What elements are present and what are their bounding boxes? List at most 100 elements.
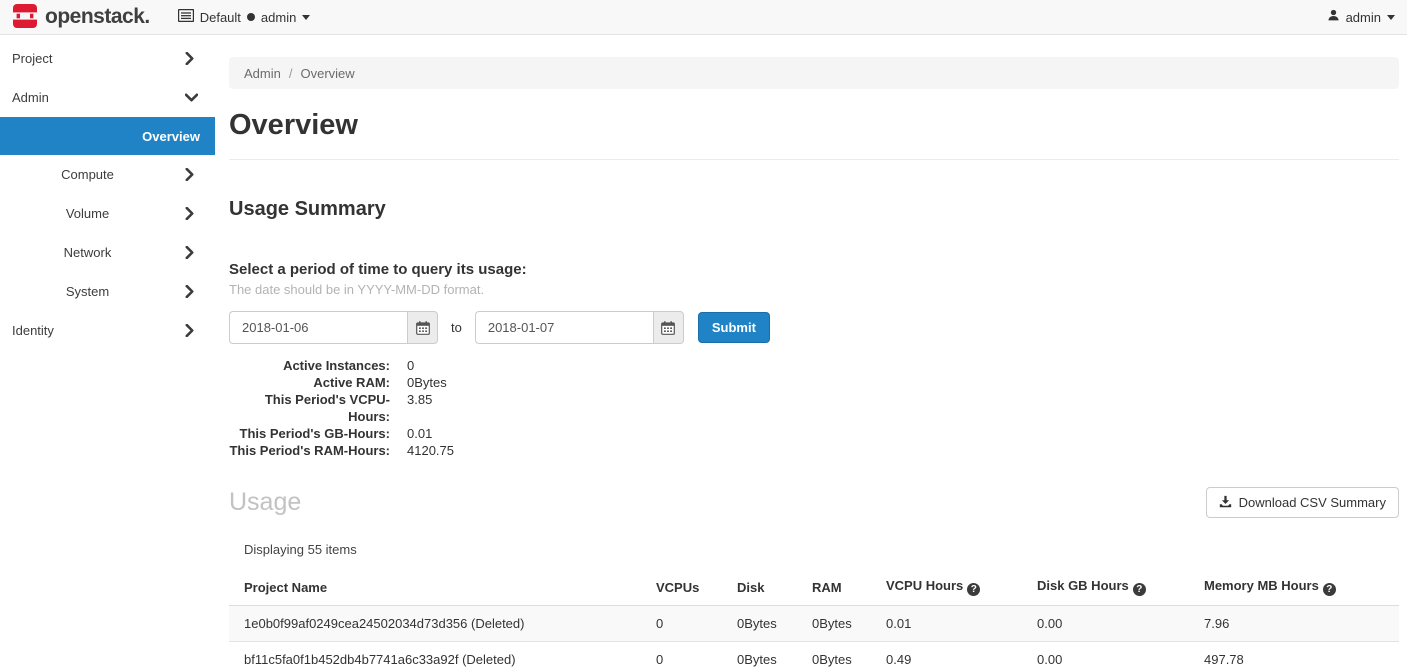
openstack-logo-icon: [12, 3, 38, 32]
sidebar-item-label: Compute: [0, 167, 185, 182]
calendar-icon[interactable]: [653, 311, 684, 344]
title-divider: [229, 159, 1399, 160]
sidebar-item-label: System: [0, 284, 185, 299]
stat-value: 3.85: [407, 391, 432, 425]
separator-dot-icon: [247, 13, 255, 21]
submit-button[interactable]: Submit: [698, 312, 770, 343]
usage-table-heading: Usage: [229, 488, 301, 517]
column-header-vcpu-hours: VCPU Hours?: [871, 569, 1022, 606]
domain-project-switcher[interactable]: Default admin: [178, 9, 311, 25]
column-header-memory-mb-hours: Memory MB Hours?: [1189, 569, 1399, 606]
cell-memory-mb-hours: 497.78: [1189, 642, 1399, 670]
stat-value: 4120.75: [407, 442, 454, 459]
chevron-right-icon: [185, 207, 215, 220]
calendar-icon[interactable]: [407, 311, 438, 344]
date-range-prompt: Select a period of time to query its usa…: [229, 261, 1399, 278]
stat-vcpu-hours: This Period's VCPU-Hours: 3.85: [229, 391, 1399, 425]
sidebar-item-label: Overview: [0, 129, 215, 144]
table-row: 1e0b0f99af0249cea24502034d73d356 (Delete…: [229, 606, 1399, 642]
stat-value: 0Bytes: [407, 374, 447, 391]
chevron-right-icon: [185, 168, 215, 181]
sidebar-item-volume[interactable]: Volume: [0, 194, 215, 233]
cell-project-name: bf11c5fa0f1b452db4b7741a6c33a92f (Delete…: [229, 642, 641, 670]
domain-list-icon: [178, 9, 194, 25]
current-domain: Default: [200, 10, 241, 25]
sidebar-item-system[interactable]: System: [0, 272, 215, 311]
date-from-input[interactable]: [229, 311, 407, 344]
column-header-ram: RAM: [797, 569, 871, 606]
user-menu[interactable]: admin: [1327, 9, 1395, 25]
caret-down-icon: [1387, 15, 1395, 20]
column-header-vcpus: VCPUs: [641, 569, 722, 606]
sidebar-nav: Project Admin Overview Compute Volume: [0, 35, 215, 350]
column-label: Memory MB Hours: [1204, 578, 1319, 593]
cell-disk-gb-hours: 0.00: [1022, 642, 1189, 670]
usage-table: Project Name VCPUs Disk RAM VCPU Hours? …: [229, 569, 1399, 670]
breadcrumb-overview: Overview: [300, 66, 354, 81]
stat-label: This Period's RAM-Hours:: [229, 442, 390, 459]
sidebar-item-identity[interactable]: Identity: [0, 311, 215, 350]
date-to-input[interactable]: [475, 311, 653, 344]
column-label: Disk GB Hours: [1037, 578, 1129, 593]
main-content: Admin / Overview Overview Usage Summary …: [229, 35, 1399, 670]
cell-vcpus: 0: [641, 642, 722, 670]
usage-summary-heading: Usage Summary: [229, 198, 1399, 221]
cell-memory-mb-hours: 7.96: [1189, 606, 1399, 642]
stat-ram-hours: This Period's RAM-Hours: 4120.75: [229, 442, 1399, 459]
stat-active-ram: Active RAM: 0Bytes: [229, 374, 1399, 391]
cell-ram: 0Bytes: [797, 642, 871, 670]
top-navbar: openstack. Default admin admin: [0, 0, 1407, 35]
cell-disk: 0Bytes: [722, 642, 797, 670]
sidebar-item-admin[interactable]: Admin: [0, 78, 215, 117]
user-name: admin: [1346, 10, 1381, 25]
breadcrumb-separator: /: [289, 66, 293, 81]
sidebar-item-project[interactable]: Project: [0, 39, 215, 78]
chevron-right-icon: [185, 324, 215, 337]
date-format-hint: The date should be in YYYY-MM-DD format.: [229, 282, 1399, 297]
sidebar-item-label: Project: [0, 51, 185, 66]
sidebar-item-overview[interactable]: Overview: [0, 117, 215, 155]
caret-down-icon: [302, 15, 310, 20]
download-csv-button[interactable]: Download CSV Summary: [1206, 487, 1399, 518]
column-header-project-name: Project Name: [229, 569, 641, 606]
usage-stats: Active Instances: 0 Active RAM: 0Bytes T…: [229, 357, 1399, 459]
chevron-down-icon: [185, 93, 215, 102]
chevron-right-icon: [185, 246, 215, 259]
openstack-brand[interactable]: openstack.: [12, 3, 150, 32]
date-from-group: [229, 311, 438, 344]
cell-vcpu-hours: 0.01: [871, 606, 1022, 642]
stat-value: 0.01: [407, 425, 432, 442]
column-header-disk: Disk: [722, 569, 797, 606]
help-icon[interactable]: ?: [1323, 583, 1336, 596]
date-to-group: [475, 311, 684, 344]
help-icon[interactable]: ?: [967, 583, 980, 596]
stat-value: 0: [407, 357, 414, 374]
cell-disk-gb-hours: 0.00: [1022, 606, 1189, 642]
user-icon: [1327, 9, 1340, 25]
breadcrumb-admin[interactable]: Admin: [244, 66, 281, 81]
page-title: Overview: [229, 109, 1399, 142]
table-row: bf11c5fa0f1b452db4b7741a6c33a92f (Delete…: [229, 642, 1399, 670]
download-icon: [1219, 495, 1232, 511]
cell-vcpus: 0: [641, 606, 722, 642]
chevron-right-icon: [185, 285, 215, 298]
usage-query-form: to Submit: [229, 311, 1399, 344]
stat-label: Active Instances:: [229, 357, 390, 374]
sidebar-item-network[interactable]: Network: [0, 233, 215, 272]
stat-active-instances: Active Instances: 0: [229, 357, 1399, 374]
sidebar-item-compute[interactable]: Compute: [0, 155, 215, 194]
sidebar-item-label: Identity: [0, 323, 185, 338]
stat-gb-hours: This Period's GB-Hours: 0.01: [229, 425, 1399, 442]
current-project: admin: [261, 10, 296, 25]
stat-label: This Period's GB-Hours:: [229, 425, 390, 442]
to-label: to: [451, 320, 462, 335]
brand-wordmark: openstack.: [45, 6, 150, 29]
sidebar-item-label: Network: [0, 245, 185, 260]
stat-label: Active RAM:: [229, 374, 390, 391]
column-header-disk-gb-hours: Disk GB Hours?: [1022, 569, 1189, 606]
column-label: VCPU Hours: [886, 578, 963, 593]
download-csv-label: Download CSV Summary: [1239, 495, 1386, 510]
sidebar-item-label: Volume: [0, 206, 185, 221]
cell-ram: 0Bytes: [797, 606, 871, 642]
help-icon[interactable]: ?: [1133, 583, 1146, 596]
